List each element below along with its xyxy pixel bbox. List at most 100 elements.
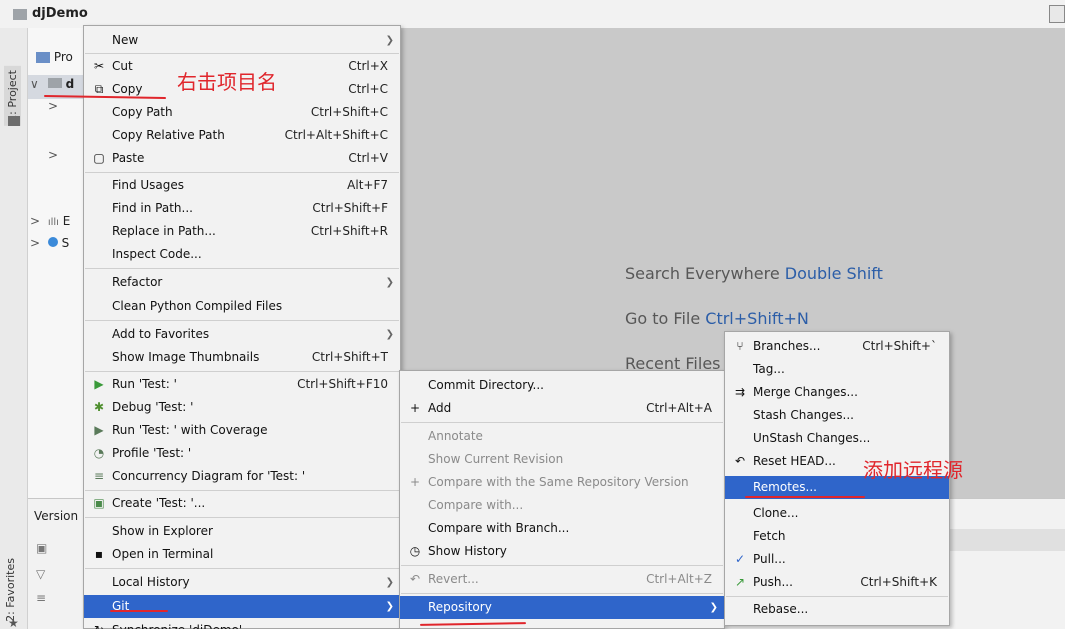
title-bar: djDemo [0, 0, 1065, 28]
menu-item-show-history[interactable]: ◷ Show History [400, 540, 724, 563]
submenu-arrow-icon: ❯ [385, 277, 394, 288]
menu-item-add-to-favorites[interactable]: Add to Favorites ❯ [84, 323, 400, 346]
tree-row-scratches[interactable]: > S [30, 236, 69, 258]
group-icon[interactable]: ▣ [36, 541, 48, 555]
submenu-arrow-icon: ❯ [385, 577, 394, 588]
expand-arrow-icon[interactable]: > [48, 99, 62, 113]
submenu-arrow-icon: ❯ [385, 601, 394, 612]
library-icon: ıllı [47, 217, 59, 228]
git-submenu: Commit Directory... + Add Ctrl+Alt+A Anno… [399, 370, 725, 629]
coverage-icon: ▶ [94, 423, 104, 437]
left-tool-strip: 1: Project 2: Favorites ★ [0, 28, 28, 629]
expand-arrow-icon[interactable]: > [30, 236, 44, 250]
tree-row[interactable]: > [48, 148, 62, 170]
tree-row-external-libraries[interactable]: > ıllı E [30, 214, 70, 236]
menu-item-local-history[interactable]: Local History ❯ [84, 571, 400, 594]
compare-icon: + [409, 475, 421, 489]
menu-item-unstash-changes[interactable]: UnStash Changes... [725, 427, 949, 450]
menu-item-find-in-path[interactable]: Find in Path... Ctrl+Shift+F [84, 197, 400, 220]
menu-item-run-test[interactable]: ▶ Run 'Test: ' Ctrl+Shift+F10 [84, 373, 400, 396]
menu-item-inspect-code[interactable]: Inspect Code... [84, 243, 400, 266]
underline-git [110, 610, 168, 612]
menu-item-stash-changes[interactable]: Stash Changes... [725, 404, 949, 427]
menu-item-new[interactable]: New ❯ [84, 29, 400, 52]
menu-item-clone[interactable]: Clone... [725, 502, 949, 525]
run-icon: ▶ [94, 377, 104, 391]
project-view-header[interactable]: Pro [36, 50, 73, 72]
menu-item-branches[interactable]: ⑂ Branches... Ctrl+Shift+` [725, 335, 949, 358]
menu-item-compare-same-repo[interactable]: + Compare with the Same Repository Versi… [400, 471, 724, 494]
debug-icon: ✱ [93, 400, 105, 414]
menu-item-paste[interactable]: ▢ Paste Ctrl+V [84, 147, 400, 170]
pull-icon: ✓ [734, 552, 746, 566]
submenu-arrow-icon: ❯ [709, 602, 718, 613]
menu-item-commit-directory[interactable]: Commit Directory... [400, 374, 724, 397]
add-icon: + [409, 401, 421, 415]
menu-item-fetch[interactable]: Fetch [725, 525, 949, 548]
branch-icon: ⑂ [736, 339, 744, 353]
terminal-icon: ▪ [94, 547, 104, 561]
scratches-icon [47, 237, 58, 247]
menu-item-debug-test[interactable]: ✱ Debug 'Test: ' [84, 396, 400, 419]
menu-item-profile-test[interactable]: ◔ Profile 'Test: ' [84, 442, 400, 465]
create-test-icon: ▣ [93, 496, 105, 510]
expand-arrow-icon[interactable]: > [30, 214, 44, 228]
menu-item-git[interactable]: Git ❯ [84, 595, 400, 618]
reset-icon: ↶ [734, 454, 746, 468]
menu-item-compare-with-branch[interactable]: Compare with Branch... [400, 517, 724, 540]
menu-item-synchronize[interactable]: ↻ Synchronize 'djDemo' [84, 619, 400, 629]
menu-item-pull[interactable]: ✓ Pull... [725, 548, 949, 571]
menu-item-repository[interactable]: Repository ❯ [400, 596, 724, 619]
sync-icon: ↻ [90, 619, 108, 629]
submenu-arrow-icon: ❯ [385, 329, 394, 340]
goto-file-hint: Go to File Ctrl+Shift+N [625, 309, 809, 328]
menu-item-show-in-explorer[interactable]: Show in Explorer [84, 520, 400, 543]
annotation-right-click-project: 右击项目名 [177, 70, 277, 94]
menu-item-create-test[interactable]: ▣ Create 'Test: '... [84, 492, 400, 515]
filter-icon[interactable]: ▽ [36, 567, 48, 581]
menu-item-show-current-revision[interactable]: Show Current Revision [400, 448, 724, 471]
profile-icon: ◔ [93, 446, 105, 460]
menu-item-show-image-thumbnails[interactable]: Show Image Thumbnails Ctrl+Shift+T [84, 346, 400, 369]
menu-item-clean-python[interactable]: Clean Python Compiled Files [84, 295, 400, 318]
menu-item-compare-with[interactable]: Compare with... [400, 494, 724, 517]
structure-icon[interactable] [8, 116, 20, 126]
version-control-tab[interactable]: Version [34, 509, 78, 523]
menu-item-add[interactable]: + Add Ctrl+Alt+A [400, 397, 724, 420]
window-title: djDemo [32, 6, 88, 21]
menu-item-copy-path[interactable]: Copy Path Ctrl+Shift+C [84, 101, 400, 124]
menu-item-replace-in-path[interactable]: Replace in Path... Ctrl+Shift+R [84, 220, 400, 243]
submenu-arrow-icon: ❯ [385, 35, 394, 46]
menu-item-concurrency-diagram[interactable]: ≡ Concurrency Diagram for 'Test: ' [84, 465, 400, 488]
revert-icon: ↶ [409, 572, 421, 586]
tree-row[interactable]: > [48, 99, 62, 121]
menu-item-tag[interactable]: Tag... [725, 358, 949, 381]
menu-item-run-with-coverage[interactable]: ▶ Run 'Test: ' with Coverage [84, 419, 400, 442]
menu-item-open-in-terminal[interactable]: ▪ Open in Terminal [84, 543, 400, 566]
push-icon: ↗ [734, 575, 746, 589]
menu-item-revert[interactable]: ↶ Revert... Ctrl+Alt+Z [400, 568, 724, 591]
search-everywhere-hint: Search Everywhere Double Shift [625, 264, 883, 283]
menu-item-copy-relative-path[interactable]: Copy Relative Path Ctrl+Alt+Shift+C [84, 124, 400, 147]
run-config-button[interactable] [1049, 5, 1065, 23]
collapse-icon[interactable]: ≡ [36, 591, 48, 605]
folder-icon [13, 9, 27, 20]
underline-remotes [745, 496, 865, 498]
cut-icon: ✂ [93, 59, 105, 73]
favorites-tool-tab[interactable]: 2: Favorites [4, 558, 17, 622]
star-icon[interactable]: ★ [8, 617, 20, 629]
context-menu: New ❯ ✂ Cut Ctrl+X ⧉ Copy Ctrl+C Copy Path C… [83, 25, 401, 629]
concurrency-icon: ≡ [93, 469, 105, 483]
menu-item-push[interactable]: ↗ Push... Ctrl+Shift+K [725, 571, 949, 594]
project-view-icon [36, 52, 50, 63]
menu-item-refactor[interactable]: Refactor ❯ [84, 271, 400, 294]
menu-item-merge-changes[interactable]: ⇉ Merge Changes... [725, 381, 949, 404]
menu-item-annotate[interactable]: Annotate [400, 425, 724, 448]
menu-item-find-usages[interactable]: Find Usages Alt+F7 [84, 174, 400, 197]
collapse-arrow-icon[interactable]: ∨ [30, 77, 44, 91]
expand-arrow-icon[interactable]: > [48, 148, 62, 162]
history-icon: ◷ [409, 544, 421, 558]
project-panel: Pro ∨ d > > > ıllı E > S [28, 28, 83, 498]
menu-item-rebase[interactable]: Rebase... [725, 598, 949, 621]
annotation-add-remote: 添加远程源 [863, 458, 963, 482]
